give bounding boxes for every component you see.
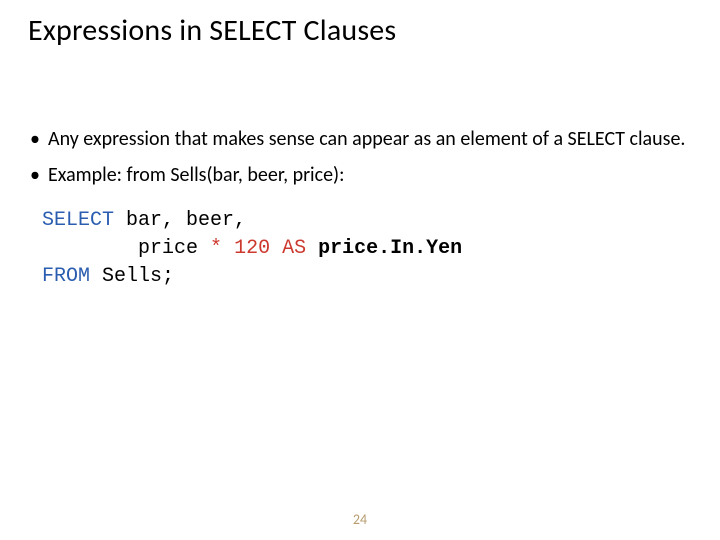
page-number: 24 bbox=[0, 511, 720, 528]
literal-number: 120 bbox=[234, 237, 270, 260]
code-indent bbox=[42, 237, 138, 260]
bullet-item: Example: from Sells(bar, beer, price): bbox=[28, 163, 692, 187]
keyword-as: AS bbox=[282, 237, 306, 260]
code-text bbox=[222, 237, 234, 260]
bullet-list: Any expression that makes sense can appe… bbox=[28, 127, 692, 187]
operator-star: * bbox=[210, 237, 222, 260]
slide-body: Any expression that makes sense can appe… bbox=[28, 127, 692, 291]
slide: Expressions in SELECT Clauses Any expres… bbox=[0, 0, 720, 540]
code-block: SELECT bar, beer, price * 120 AS price.I… bbox=[42, 207, 692, 291]
code-text: Sells; bbox=[90, 265, 174, 288]
keyword-select: SELECT bbox=[42, 209, 114, 232]
code-text bbox=[270, 237, 282, 260]
bullet-item: Any expression that makes sense can appe… bbox=[28, 127, 692, 151]
keyword-from: FROM bbox=[42, 265, 90, 288]
slide-title: Expressions in SELECT Clauses bbox=[28, 12, 692, 55]
code-text bbox=[306, 237, 318, 260]
alias-name: price.In.Yen bbox=[318, 237, 462, 260]
code-text: price bbox=[138, 237, 210, 260]
code-text: bar, beer, bbox=[114, 209, 246, 232]
